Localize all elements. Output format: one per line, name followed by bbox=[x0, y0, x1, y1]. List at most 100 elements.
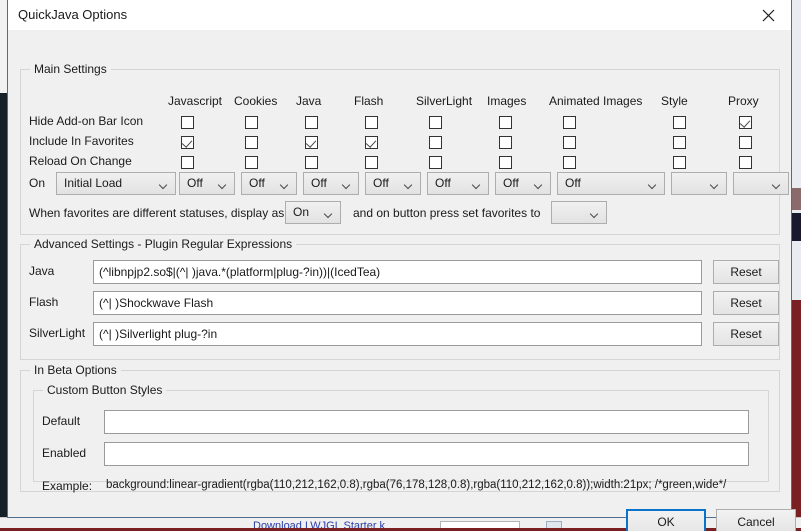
background-left-top bbox=[0, 0, 7, 93]
checkbox-style-reload-on-change[interactable] bbox=[673, 156, 686, 169]
row-label-reload-on-change: Reload On Change bbox=[29, 154, 132, 168]
custom-style-input-default[interactable] bbox=[104, 410, 749, 434]
advanced-label-flash: Flash bbox=[29, 295, 59, 309]
background-right-accent-lower bbox=[792, 213, 801, 241]
advanced-settings-legend: Advanced Settings - Plugin Regular Expre… bbox=[30, 237, 297, 251]
chevron-down-icon bbox=[405, 182, 413, 187]
reset-button-java[interactable]: Reset bbox=[713, 260, 779, 284]
combobox-on-style[interactable] bbox=[671, 172, 727, 195]
background-right-red bbox=[792, 300, 801, 531]
combobox-on-java[interactable]: Off bbox=[303, 172, 359, 195]
advanced-regex-input-silverlight[interactable]: (^| )Silverlight plug-?in bbox=[93, 322, 702, 346]
checkbox-javascript-include-in-favorites[interactable] bbox=[181, 136, 194, 149]
checkbox-silverlight-include-in-favorites[interactable] bbox=[429, 136, 442, 149]
background-right-top bbox=[792, 0, 801, 300]
checkbox-proxy-hide-add-on-bar-icon[interactable] bbox=[739, 116, 752, 129]
chevron-down-icon bbox=[281, 182, 289, 187]
checkbox-silverlight-hide-add-on-bar-icon[interactable] bbox=[429, 116, 442, 129]
checkbox-style-hide-add-on-bar-icon[interactable] bbox=[673, 116, 686, 129]
example-value: background:linear-gradient(rgba(110,212,… bbox=[106, 479, 727, 491]
checkbox-animated-images-hide-add-on-bar-icon[interactable] bbox=[563, 116, 576, 129]
checkbox-javascript-reload-on-change[interactable] bbox=[181, 156, 194, 169]
checkbox-animated-images-include-in-favorites[interactable] bbox=[563, 136, 576, 149]
checkbox-cookies-include-in-favorites[interactable] bbox=[245, 136, 258, 149]
checkbox-flash-reload-on-change[interactable] bbox=[365, 156, 378, 169]
row-label-hide-add-on-bar-icon: Hide Add-on Bar Icon bbox=[29, 114, 144, 128]
custom-button-styles-group: Custom Button Styles Default Enabled Examp… bbox=[33, 383, 769, 493]
background-left-strip bbox=[0, 93, 7, 531]
cancel-button[interactable]: Cancel bbox=[716, 509, 796, 531]
checkbox-proxy-include-in-favorites[interactable] bbox=[739, 136, 752, 149]
row-label-on: On bbox=[29, 176, 46, 190]
favorites-text-after: and on button press set favorites to bbox=[353, 206, 541, 220]
combobox-on-initial-load[interactable]: Initial Load bbox=[56, 172, 176, 195]
combobox-on-flash[interactable]: Off bbox=[365, 172, 421, 195]
checkbox-flash-include-in-favorites[interactable] bbox=[365, 136, 378, 149]
chevron-down-icon bbox=[325, 211, 333, 216]
combobox-on-cookies[interactable]: Off bbox=[241, 172, 297, 195]
combobox-favorites-display[interactable]: On bbox=[285, 201, 341, 224]
advanced-regex-input-flash[interactable]: (^| )Shockwave Flash bbox=[93, 291, 702, 315]
combobox-on-silverlight[interactable]: Off bbox=[427, 172, 489, 195]
checkbox-javascript-hide-add-on-bar-icon[interactable] bbox=[181, 116, 194, 129]
combobox-on-proxy[interactable] bbox=[733, 172, 789, 195]
column-header-proxy: Proxy bbox=[728, 94, 759, 108]
column-header-silverlight: SilverLight bbox=[416, 94, 473, 108]
ok-button[interactable]: OK bbox=[626, 509, 706, 531]
chevron-down-icon bbox=[473, 182, 481, 187]
column-header-java: Java bbox=[296, 94, 322, 108]
combobox-on-javascript[interactable]: Off bbox=[179, 172, 235, 195]
chevron-down-icon bbox=[711, 182, 719, 187]
combobox-on-images[interactable]: Off bbox=[495, 172, 551, 195]
combobox-value: Off bbox=[311, 176, 327, 190]
main-settings-legend: Main Settings bbox=[30, 62, 111, 76]
chevron-down-icon bbox=[343, 182, 351, 187]
checkbox-images-include-in-favorites[interactable] bbox=[499, 136, 512, 149]
quickjava-options-dialog: QuickJava Options Main Settings Javascri… bbox=[7, 0, 796, 531]
checkbox-animated-images-reload-on-change[interactable] bbox=[563, 156, 576, 169]
favorites-text-before: When favorites are different statuses, d… bbox=[29, 206, 285, 220]
dialog-titlebar: QuickJava Options bbox=[8, 0, 791, 31]
background-right-accent-upper bbox=[792, 188, 801, 210]
combobox-value: Off bbox=[187, 176, 203, 190]
checkbox-proxy-reload-on-change[interactable] bbox=[739, 156, 752, 169]
checkbox-cookies-hide-add-on-bar-icon[interactable] bbox=[245, 116, 258, 129]
reset-button-silverlight[interactable]: Reset bbox=[713, 322, 779, 346]
column-header-cookies: Cookies bbox=[234, 94, 278, 108]
advanced-label-silverlight: SilverLight bbox=[29, 326, 86, 340]
checkbox-style-include-in-favorites[interactable] bbox=[673, 136, 686, 149]
custom-button-styles-legend: Custom Button Styles bbox=[43, 383, 167, 397]
row-label-include-in-favorites: Include In Favorites bbox=[29, 134, 134, 148]
checkbox-java-include-in-favorites[interactable] bbox=[305, 136, 318, 149]
custom-style-input-enabled[interactable] bbox=[104, 442, 749, 466]
chevron-down-icon bbox=[649, 182, 657, 187]
custom-style-label-enabled: Enabled bbox=[42, 446, 87, 460]
checkbox-images-hide-add-on-bar-icon[interactable] bbox=[499, 116, 512, 129]
combobox-value: Off bbox=[373, 176, 389, 190]
custom-style-label-default: Default bbox=[42, 414, 81, 428]
checkbox-java-reload-on-change[interactable] bbox=[305, 156, 318, 169]
chevron-down-icon bbox=[219, 182, 227, 187]
close-icon[interactable] bbox=[746, 0, 791, 30]
chevron-down-icon bbox=[591, 211, 599, 216]
beta-options-legend: In Beta Options bbox=[30, 363, 121, 377]
column-header-javascript: Javascript bbox=[168, 94, 223, 108]
advanced-regex-input-java[interactable]: (^libnpjp2.so$|(^| )java.*(platform|plug… bbox=[93, 260, 702, 284]
checkbox-java-hide-add-on-bar-icon[interactable] bbox=[305, 116, 318, 129]
combobox-value: Off bbox=[249, 176, 265, 190]
checkbox-cookies-reload-on-change[interactable] bbox=[245, 156, 258, 169]
combobox-value: Initial Load bbox=[64, 176, 123, 190]
beta-options-group: In Beta Options Custom Button Styles Def… bbox=[20, 363, 780, 493]
combobox-value: On bbox=[293, 205, 310, 219]
checkbox-silverlight-reload-on-change[interactable] bbox=[429, 156, 442, 169]
advanced-label-java: Java bbox=[29, 264, 55, 278]
combobox-on-animated-images[interactable]: Off bbox=[557, 172, 665, 195]
checkbox-images-reload-on-change[interactable] bbox=[499, 156, 512, 169]
column-header-images: Images bbox=[487, 94, 527, 108]
checkbox-flash-hide-add-on-bar-icon[interactable] bbox=[365, 116, 378, 129]
combobox-value: Off bbox=[435, 176, 451, 190]
main-settings-group: Main Settings Javascript Cookies Java Flash… bbox=[20, 62, 789, 235]
combobox-favorites-set[interactable] bbox=[551, 201, 607, 224]
reset-button-flash[interactable]: Reset bbox=[713, 291, 779, 315]
combobox-value: Off bbox=[503, 176, 519, 190]
